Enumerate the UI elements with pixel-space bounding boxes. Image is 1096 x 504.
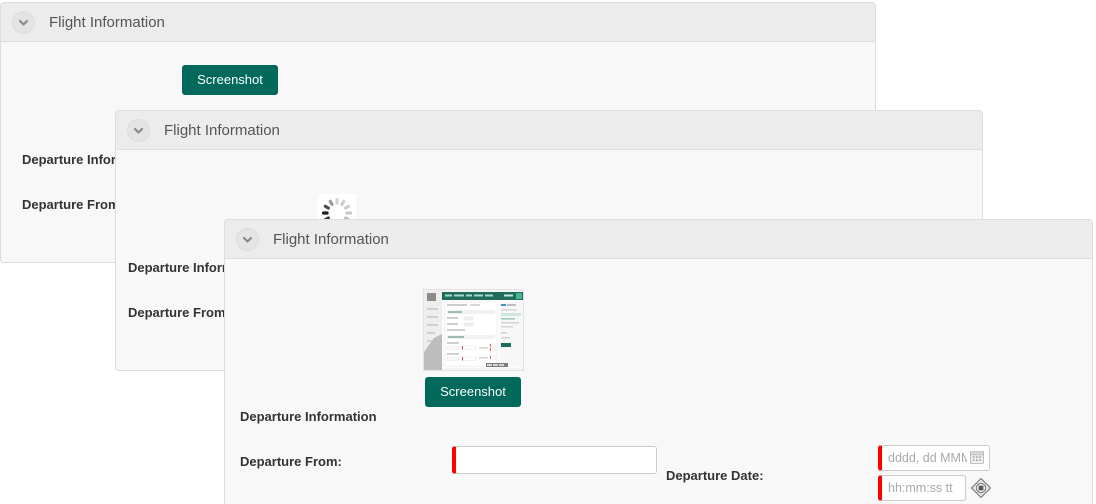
departure-datetime-group xyxy=(878,445,992,501)
departure-date-label: Departure Date: xyxy=(666,468,764,483)
departure-from-label: Departure From: xyxy=(22,197,124,212)
screenshot-button[interactable]: Screenshot xyxy=(425,377,521,407)
panel-title: Flight Information xyxy=(273,230,389,248)
screenshot-button[interactable]: Screenshot xyxy=(182,65,278,95)
screenshot-stage: Flight Information Screenshot Departure … xyxy=(0,0,1096,504)
chevron-down-icon[interactable] xyxy=(127,118,150,142)
departure-from-label: Departure From: xyxy=(240,454,342,469)
chevron-down-icon[interactable] xyxy=(236,227,259,251)
screenshot-thumbnail[interactable] xyxy=(373,289,573,371)
departure-time-row xyxy=(878,475,992,501)
calendar-icon[interactable] xyxy=(969,449,987,467)
panel-title: Flight Information xyxy=(164,121,280,139)
panel-header: Flight Information xyxy=(225,220,1092,259)
departure-from-label: Departure From: xyxy=(128,305,230,320)
departure-information-heading: Departure Information xyxy=(240,409,377,424)
panel-title: Flight Information xyxy=(49,13,165,31)
screenshot-capture-group: Screenshot xyxy=(373,289,573,407)
panel-header: Flight Information xyxy=(1,3,875,42)
departure-time-input[interactable] xyxy=(878,475,966,501)
clock-picker-icon[interactable] xyxy=(970,477,992,499)
panel-body: Screenshot Departure Information Departu… xyxy=(225,259,1092,504)
departure-from-input[interactable] xyxy=(452,446,657,474)
chevron-down-icon[interactable] xyxy=(12,10,35,34)
departure-date-row xyxy=(878,445,990,471)
flight-information-panel-front: Flight Information Screenshot Departure … xyxy=(224,219,1093,504)
panel-header: Flight Information xyxy=(116,111,982,150)
screenshot-capture-group: Screenshot xyxy=(135,59,325,95)
